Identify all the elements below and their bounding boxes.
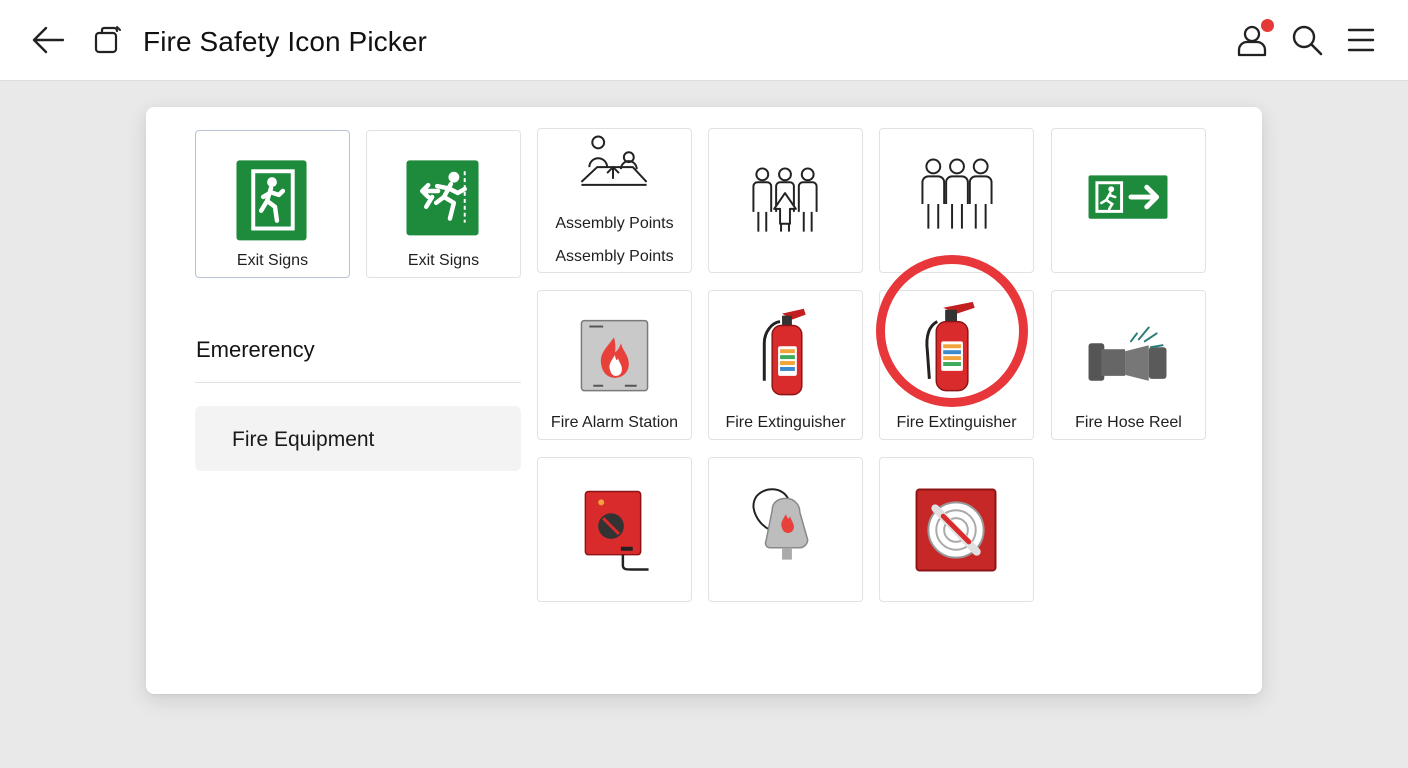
tile-label: Exit Signs [236,252,309,269]
tile-fire-alarm-station[interactable]: Fire Alarm Station [537,290,692,440]
tile-fire-blanket[interactable] [708,457,863,602]
tile-exit-signs-running[interactable]: Exit Signs [366,130,521,278]
tile-label: Fire Hose Reel [1075,414,1182,431]
fire-blanket-icon [752,488,809,560]
back-arrow-icon[interactable] [30,24,66,56]
hose-reel-box-icon [915,488,997,572]
window-icon[interactable] [92,24,124,56]
menu-icon[interactable] [1346,26,1376,54]
tile-label: Fire Extinguisher [725,414,846,431]
tile-exit-arrow[interactable] [1051,128,1206,273]
top-bar: Fire Safety Icon Picker [0,0,1408,81]
divider [195,382,521,383]
assembly-group-icon [580,135,648,186]
tile-three-people[interactable] [879,128,1034,273]
tile-assembly-points[interactable]: Assembly Points Assembly Points [537,128,692,273]
category-label: Fire Equipment [232,428,375,451]
exit-door-sign-icon [236,160,307,241]
tile-fire-extinguisher[interactable]: Fire Extinguisher [708,290,863,440]
section-title: Emererency [196,337,315,362]
exit-arrow-sign-icon [1088,175,1168,219]
icon-picker-panel: Exit Signs Exit Signs Assembly Points As… [146,107,1262,694]
tile-hose-reel-box[interactable] [879,457,1034,602]
search-icon[interactable] [1290,24,1324,56]
tile-label: Exit Signs [407,252,480,269]
running-exit-sign-icon [406,160,479,236]
tile-art-caption: Assembly Points [555,215,674,232]
category-item-fire-equipment[interactable]: Fire Equipment [195,406,521,471]
notification-badge [1261,19,1274,32]
page-title: Fire Safety Icon Picker [143,26,427,57]
assembly-point-arrow-icon [752,167,818,232]
tile-label: Assembly Points [555,248,674,265]
tile-assembly-arrow[interactable] [708,128,863,273]
three-people-icon [921,158,993,229]
tile-fire-alarm-button[interactable] [537,457,692,602]
tile-exit-signs[interactable]: Exit Signs [195,130,350,278]
tile-label: Fire Extinguisher [896,414,1017,431]
tile-label: Fire Alarm Station [550,414,679,431]
tile-fire-hose-reel[interactable]: Fire Hose Reel [1051,290,1206,440]
tile-fire-extinguisher-highlighted[interactable]: Fire Extinguisher [879,290,1034,440]
fire-alarm-button-icon [584,490,649,571]
